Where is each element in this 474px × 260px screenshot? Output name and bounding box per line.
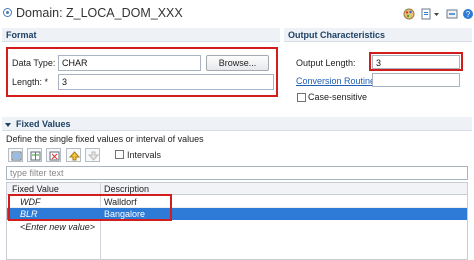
- intervals-checkbox[interactable]: [115, 150, 124, 159]
- format-section-header: Format: [2, 28, 280, 42]
- case-sensitive-checkbox[interactable]: [297, 93, 306, 102]
- column-header-description[interactable]: Description: [104, 184, 149, 194]
- conversion-routine-field[interactable]: [372, 73, 460, 87]
- rows-highlight-box: [8, 194, 172, 221]
- output-length-highlight-box: [369, 52, 463, 71]
- output-length-label: Output Length:: [296, 58, 356, 68]
- svg-text:?: ?: [466, 10, 471, 19]
- chevron-down-icon[interactable]: [433, 8, 440, 20]
- move-down-icon[interactable]: [85, 148, 100, 162]
- filter-input[interactable]: type filter text: [6, 166, 468, 180]
- output-section-header: Output Characteristics: [284, 28, 472, 42]
- collapse-triangle-icon[interactable]: [5, 121, 12, 131]
- editor-title: Domain: Z_LOCA_DOM_XXX: [16, 6, 183, 20]
- insert-row-icon[interactable]: [27, 148, 42, 162]
- delete-row-icon[interactable]: [46, 148, 61, 162]
- help-icon[interactable]: ?: [462, 8, 474, 20]
- palette-icon[interactable]: [403, 8, 415, 20]
- new-value-row[interactable]: <Enter new value>: [20, 222, 95, 232]
- domain-icon: [3, 8, 12, 17]
- column-header-fixed-value[interactable]: Fixed Value: [12, 184, 59, 194]
- add-row-icon[interactable]: [8, 148, 23, 162]
- intervals-label: Intervals: [127, 150, 162, 160]
- move-up-icon[interactable]: [66, 148, 81, 162]
- format-highlight-box: [6, 47, 278, 97]
- fixed-values-header[interactable]: Fixed Values: [2, 117, 472, 131]
- conversion-routine-link[interactable]: Conversion Routine:: [296, 76, 378, 86]
- document-icon[interactable]: [420, 8, 432, 20]
- case-sensitive-label: Case-sensitive: [308, 92, 368, 102]
- fixed-values-description: Define the single fixed values or interv…: [6, 134, 204, 144]
- link-icon[interactable]: [446, 8, 458, 20]
